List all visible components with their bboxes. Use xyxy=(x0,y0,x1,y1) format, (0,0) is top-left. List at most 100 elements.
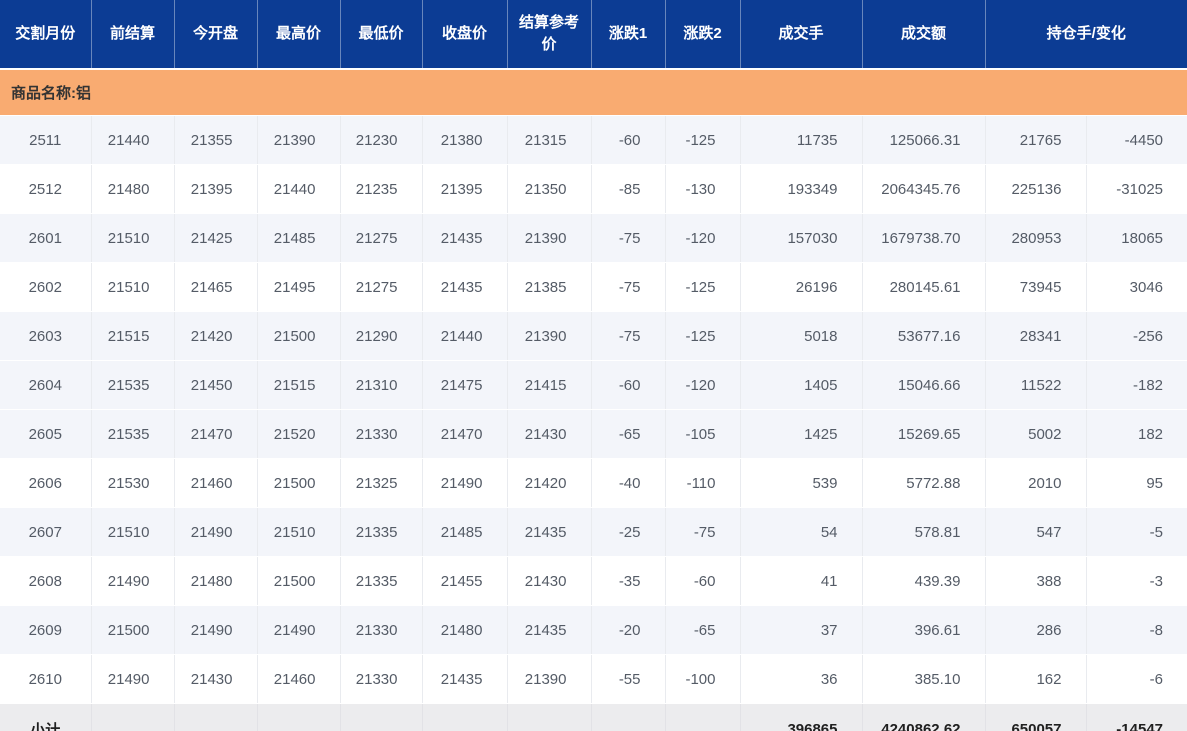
cell-prev_settle: 21535 xyxy=(91,360,175,410)
header-high: 最高价 xyxy=(257,0,341,70)
subtotal-oi-change: -14547 xyxy=(1086,703,1187,731)
commodity-name-label: 商品名称:铝 xyxy=(0,69,1187,116)
cell-volume: 54 xyxy=(740,507,863,557)
cell-month: 2605 xyxy=(0,409,92,459)
cell-low: 21330 xyxy=(340,409,423,459)
cell-prev_settle: 21440 xyxy=(91,115,175,165)
cell-volume: 37 xyxy=(740,605,863,655)
cell-settle_ref: 21385 xyxy=(507,262,592,312)
cell-settle_ref: 21430 xyxy=(507,409,592,459)
cell-settle_ref: 21415 xyxy=(507,360,592,410)
cell-oi: 225136 xyxy=(985,164,1087,214)
cell-oi_change: -31025 xyxy=(1086,164,1187,214)
cell-oi_change: 182 xyxy=(1086,409,1187,459)
header-close: 收盘价 xyxy=(422,0,508,70)
cell-low: 21330 xyxy=(340,605,423,655)
cell-high: 21500 xyxy=(257,458,341,508)
subtotal-empty-cell xyxy=(507,703,592,731)
cell-chg1: -20 xyxy=(591,605,666,655)
header-turnover: 成交额 xyxy=(862,0,986,70)
subtotal-row: 小计 396865 4240862.62 650057 -14547 xyxy=(0,703,1187,731)
cell-close: 21380 xyxy=(422,115,508,165)
cell-month: 2610 xyxy=(0,654,92,704)
cell-month: 2604 xyxy=(0,360,92,410)
cell-open: 21490 xyxy=(174,605,258,655)
cell-chg2: -125 xyxy=(665,262,741,312)
cell-close: 21395 xyxy=(422,164,508,214)
cell-oi: 5002 xyxy=(985,409,1087,459)
cell-oi_change: -256 xyxy=(1086,311,1187,361)
cell-open: 21395 xyxy=(174,164,258,214)
cell-month: 2603 xyxy=(0,311,92,361)
cell-chg2: -130 xyxy=(665,164,741,214)
cell-chg2: -120 xyxy=(665,360,741,410)
futures-quotes-screen: 交割月份 前结算 今开盘 最高价 最低价 收盘价 结算参考价 涨跌1 涨跌2 成交手 成交额 持仓手/… xyxy=(0,0,1187,731)
cell-volume: 36 xyxy=(740,654,863,704)
cell-close: 21435 xyxy=(422,262,508,312)
cell-oi_change: 95 xyxy=(1086,458,1187,508)
cell-volume: 1405 xyxy=(740,360,863,410)
subtotal-turnover: 4240862.62 xyxy=(862,703,986,731)
cell-volume: 157030 xyxy=(740,213,863,263)
header-volume: 成交手 xyxy=(740,0,863,70)
cell-oi: 2010 xyxy=(985,458,1087,508)
cell-low: 21330 xyxy=(340,654,423,704)
cell-volume: 5018 xyxy=(740,311,863,361)
header-chg1: 涨跌1 xyxy=(591,0,666,70)
header-month: 交割月份 xyxy=(0,0,92,70)
cell-chg2: -65 xyxy=(665,605,741,655)
cell-low: 21335 xyxy=(340,507,423,557)
cell-open: 21470 xyxy=(174,409,258,459)
cell-chg1: -65 xyxy=(591,409,666,459)
cell-high: 21500 xyxy=(257,556,341,606)
subtotal-empty-cell xyxy=(591,703,666,731)
cell-open: 21420 xyxy=(174,311,258,361)
data-row-2602: 2602 21510 21465 21495 21275 21435 21385 -75 -12… xyxy=(0,262,1187,312)
cell-oi: 286 xyxy=(985,605,1087,655)
data-row-2511: 2511 21440 21355 21390 21230 21380 21315 -60 -12… xyxy=(0,115,1187,165)
header-settle_ref: 结算参考价 xyxy=(507,0,592,70)
cell-turnover: 5772.88 xyxy=(862,458,986,508)
cell-oi_change: -3 xyxy=(1086,556,1187,606)
cell-high: 21520 xyxy=(257,409,341,459)
data-row-2608: 2608 21490 21480 21500 21335 21455 21430 -35 -60… xyxy=(0,556,1187,606)
cell-volume: 11735 xyxy=(740,115,863,165)
cell-high: 21390 xyxy=(257,115,341,165)
data-row-2606: 2606 21530 21460 21500 21325 21490 21420 -40 -11… xyxy=(0,458,1187,508)
cell-oi: 162 xyxy=(985,654,1087,704)
data-row-2607: 2607 21510 21490 21510 21335 21485 21435 -25 -75… xyxy=(0,507,1187,557)
cell-prev_settle: 21515 xyxy=(91,311,175,361)
cell-settle_ref: 21350 xyxy=(507,164,592,214)
data-row-2601: 2601 21510 21425 21485 21275 21435 21390 -75 -12… xyxy=(0,213,1187,263)
cell-prev_settle: 21480 xyxy=(91,164,175,214)
cell-oi: 547 xyxy=(985,507,1087,557)
cell-oi_change: -4450 xyxy=(1086,115,1187,165)
cell-month: 2601 xyxy=(0,213,92,263)
cell-chg1: -25 xyxy=(591,507,666,557)
cell-low: 21335 xyxy=(340,556,423,606)
cell-turnover: 439.39 xyxy=(862,556,986,606)
cell-volume: 41 xyxy=(740,556,863,606)
cell-high: 21510 xyxy=(257,507,341,557)
data-row-2603: 2603 21515 21420 21500 21290 21440 21390 -75 -12… xyxy=(0,311,1187,361)
cell-chg2: -125 xyxy=(665,115,741,165)
cell-settle_ref: 21315 xyxy=(507,115,592,165)
cell-chg1: -40 xyxy=(591,458,666,508)
data-row-2512: 2512 21480 21395 21440 21235 21395 21350 -85 -13… xyxy=(0,164,1187,214)
cell-open: 21430 xyxy=(174,654,258,704)
subtotal-empty-cell xyxy=(91,703,175,731)
cell-low: 21230 xyxy=(340,115,423,165)
cell-month: 2511 xyxy=(0,115,92,165)
header-low: 最低价 xyxy=(340,0,423,70)
subtotal-label: 小计 xyxy=(0,703,92,731)
cell-prev_settle: 21510 xyxy=(91,507,175,557)
cell-turnover: 15269.65 xyxy=(862,409,986,459)
cell-high: 21460 xyxy=(257,654,341,704)
cell-turnover: 125066.31 xyxy=(862,115,986,165)
cell-settle_ref: 21435 xyxy=(507,507,592,557)
cell-settle_ref: 21430 xyxy=(507,556,592,606)
cell-settle_ref: 21390 xyxy=(507,654,592,704)
data-row-2605: 2605 21535 21470 21520 21330 21470 21430 -65 -10… xyxy=(0,409,1187,459)
cell-open: 21480 xyxy=(174,556,258,606)
cell-oi: 388 xyxy=(985,556,1087,606)
